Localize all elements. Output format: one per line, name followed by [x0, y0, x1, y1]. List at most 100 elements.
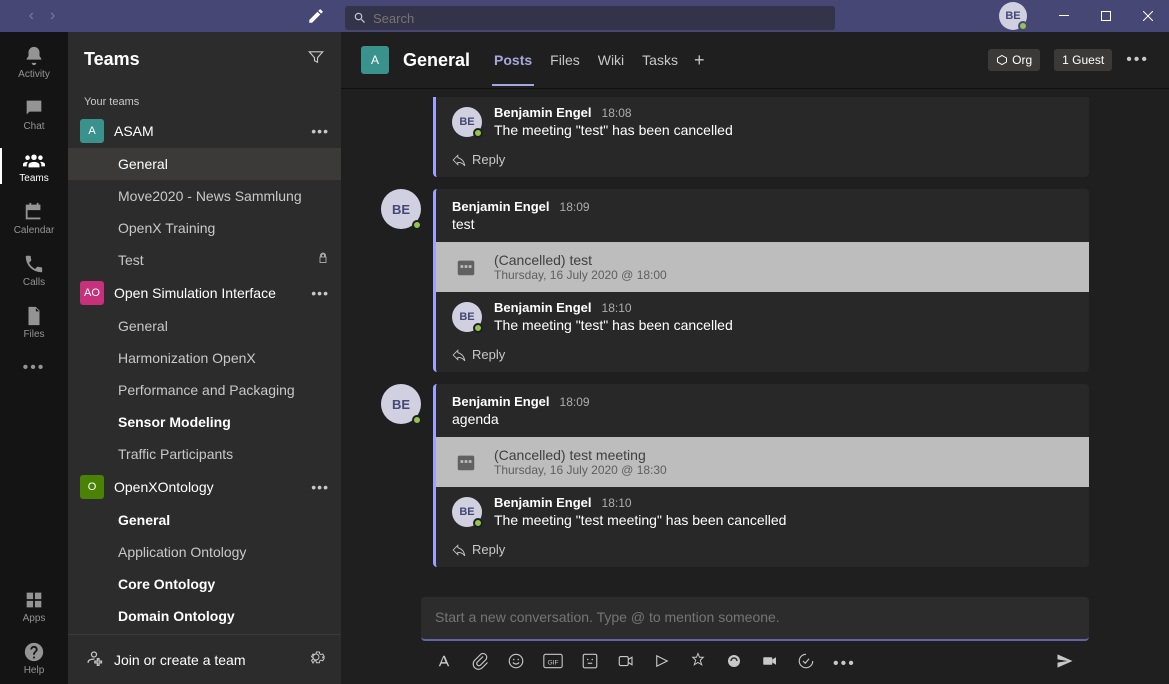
- channel-title: General: [403, 50, 470, 71]
- video-icon[interactable]: [761, 652, 779, 675]
- search-box[interactable]: [345, 6, 835, 30]
- channel-name: General: [118, 318, 329, 334]
- event-title: (Cancelled) test: [494, 252, 667, 268]
- message-thread: BE Benjamin Engel18:09 agenda (Cancelled…: [381, 384, 1089, 567]
- team-name: OpenXOntology: [114, 479, 301, 495]
- channel-name: Application Ontology: [118, 544, 329, 560]
- emoji-icon[interactable]: [507, 652, 525, 675]
- org-icon: [996, 54, 1008, 66]
- channel-row[interactable]: General: [68, 310, 341, 342]
- channel-name: Domain Ontology: [118, 608, 329, 624]
- reply-button[interactable]: Reply: [436, 341, 1089, 372]
- reply-time: 18:10: [602, 301, 632, 315]
- rail-label: Chat: [23, 121, 44, 132]
- channel-row[interactable]: Sensor Modeling: [68, 406, 341, 438]
- team-more-icon[interactable]: •••: [311, 479, 329, 495]
- send-icon[interactable]: [1055, 651, 1075, 676]
- rail-chat[interactable]: Chat: [0, 88, 68, 140]
- presence-available-icon: [412, 220, 422, 230]
- window-minimize-button[interactable]: [1043, 0, 1085, 32]
- rail-apps[interactable]: Apps: [0, 580, 68, 632]
- channel-row[interactable]: General: [68, 504, 341, 536]
- join-create-label[interactable]: Join or create a team: [114, 652, 297, 668]
- gear-icon[interactable]: [307, 648, 325, 671]
- teams-list[interactable]: Your teams A ASAM •••GeneralMove2020 - N…: [68, 86, 341, 634]
- channel-row[interactable]: Application Ontology: [68, 536, 341, 568]
- gif-icon[interactable]: GIF: [543, 652, 563, 675]
- thread-body: BE Benjamin Engel18:08 The meeting "test…: [433, 97, 1089, 177]
- rail-calendar[interactable]: Calendar: [0, 192, 68, 244]
- team-more-icon[interactable]: •••: [311, 123, 329, 139]
- presence-available-icon: [473, 323, 483, 333]
- channel-name: Traffic Participants: [118, 446, 329, 462]
- channel-name: OpenX Training: [118, 220, 329, 236]
- rail-files[interactable]: Files: [0, 296, 68, 348]
- more-apps-icon[interactable]: •••: [833, 655, 856, 673]
- channel-row[interactable]: Traffic Participants: [68, 438, 341, 470]
- rail-teams[interactable]: Teams: [0, 140, 68, 192]
- reply-button[interactable]: Reply: [436, 146, 1089, 177]
- window-maximize-button[interactable]: [1085, 0, 1127, 32]
- approvals-icon[interactable]: [797, 652, 815, 675]
- format-icon[interactable]: [435, 652, 453, 675]
- reply-time: 18:08: [602, 106, 632, 120]
- loop-icon[interactable]: [725, 652, 743, 675]
- search-input[interactable]: [373, 11, 827, 26]
- join-team-icon[interactable]: [84, 647, 104, 672]
- channel-row[interactable]: Performance and Packaging: [68, 374, 341, 406]
- channel-row[interactable]: Core Ontology: [68, 568, 341, 600]
- user-avatar[interactable]: BE: [999, 2, 1027, 30]
- reply-author: Benjamin Engel: [494, 495, 592, 510]
- tab-posts[interactable]: Posts: [492, 34, 534, 86]
- meeting-card[interactable]: (Cancelled) test meeting Thursday, 16 Ju…: [436, 437, 1089, 487]
- header-more-icon[interactable]: •••: [1126, 51, 1149, 69]
- tab-tasks[interactable]: Tasks: [640, 34, 680, 86]
- channel-row[interactable]: General: [68, 148, 341, 180]
- tab-files[interactable]: Files: [548, 34, 582, 86]
- rail-more[interactable]: •••: [0, 348, 68, 388]
- tab-wiki[interactable]: Wiki: [596, 34, 626, 86]
- nav-forward-icon[interactable]: ›: [46, 7, 59, 25]
- team-avatar: AO: [80, 281, 104, 305]
- meeting-card[interactable]: (Cancelled) test Thursday, 16 July 2020 …: [436, 242, 1089, 292]
- meet-icon[interactable]: [617, 652, 635, 675]
- add-tab-button[interactable]: +: [694, 50, 705, 71]
- team-row[interactable]: O OpenXOntology •••: [68, 470, 341, 504]
- section-label: Your teams: [68, 86, 341, 114]
- org-pill[interactable]: Org: [988, 49, 1040, 71]
- channel-row[interactable]: Move2020 - News Sammlung: [68, 180, 341, 212]
- team-more-icon[interactable]: •••: [311, 285, 329, 301]
- channel-row[interactable]: Domain Ontology: [68, 600, 341, 632]
- reply-avatar: BE: [452, 107, 482, 137]
- rail-label: Activity: [18, 69, 50, 80]
- msg-time: 18:09: [560, 395, 590, 409]
- thread-body: Benjamin Engel18:09 agenda (Cancelled) t…: [433, 384, 1089, 567]
- window-close-button[interactable]: [1127, 0, 1169, 32]
- rail-calls[interactable]: Calls: [0, 244, 68, 296]
- sticker-icon[interactable]: [581, 652, 599, 675]
- team-row[interactable]: A ASAM •••: [68, 114, 341, 148]
- rail-help[interactable]: Help: [0, 632, 68, 684]
- rail-activity[interactable]: Activity: [0, 36, 68, 88]
- presence-available-icon: [473, 128, 483, 138]
- filter-icon[interactable]: [307, 48, 325, 71]
- nav-back-icon[interactable]: ‹: [25, 7, 38, 25]
- lock-icon: [317, 251, 329, 269]
- channel-row[interactable]: Test: [68, 244, 341, 276]
- more-icon: •••: [23, 359, 46, 377]
- attach-icon[interactable]: [471, 652, 489, 675]
- channel-name: Harmonization OpenX: [118, 350, 329, 366]
- team-row[interactable]: AO Open Simulation Interface •••: [68, 276, 341, 310]
- composer[interactable]: [421, 597, 1089, 641]
- messages-area[interactable]: BE Benjamin Engel18:08 The meeting "test…: [341, 89, 1169, 597]
- composer-input[interactable]: [435, 609, 1075, 625]
- channel-row[interactable]: OpenX Training: [68, 212, 341, 244]
- guest-pill[interactable]: 1 Guest: [1054, 49, 1112, 71]
- stream-icon[interactable]: [653, 652, 671, 675]
- channel-row[interactable]: Harmonization OpenX: [68, 342, 341, 374]
- event-subtitle: Thursday, 16 July 2020 @ 18:30: [494, 463, 667, 477]
- reply-button[interactable]: Reply: [436, 536, 1089, 567]
- compose-icon[interactable]: [306, 6, 326, 26]
- praise-icon[interactable]: [689, 652, 707, 675]
- event-title: (Cancelled) test meeting: [494, 447, 667, 463]
